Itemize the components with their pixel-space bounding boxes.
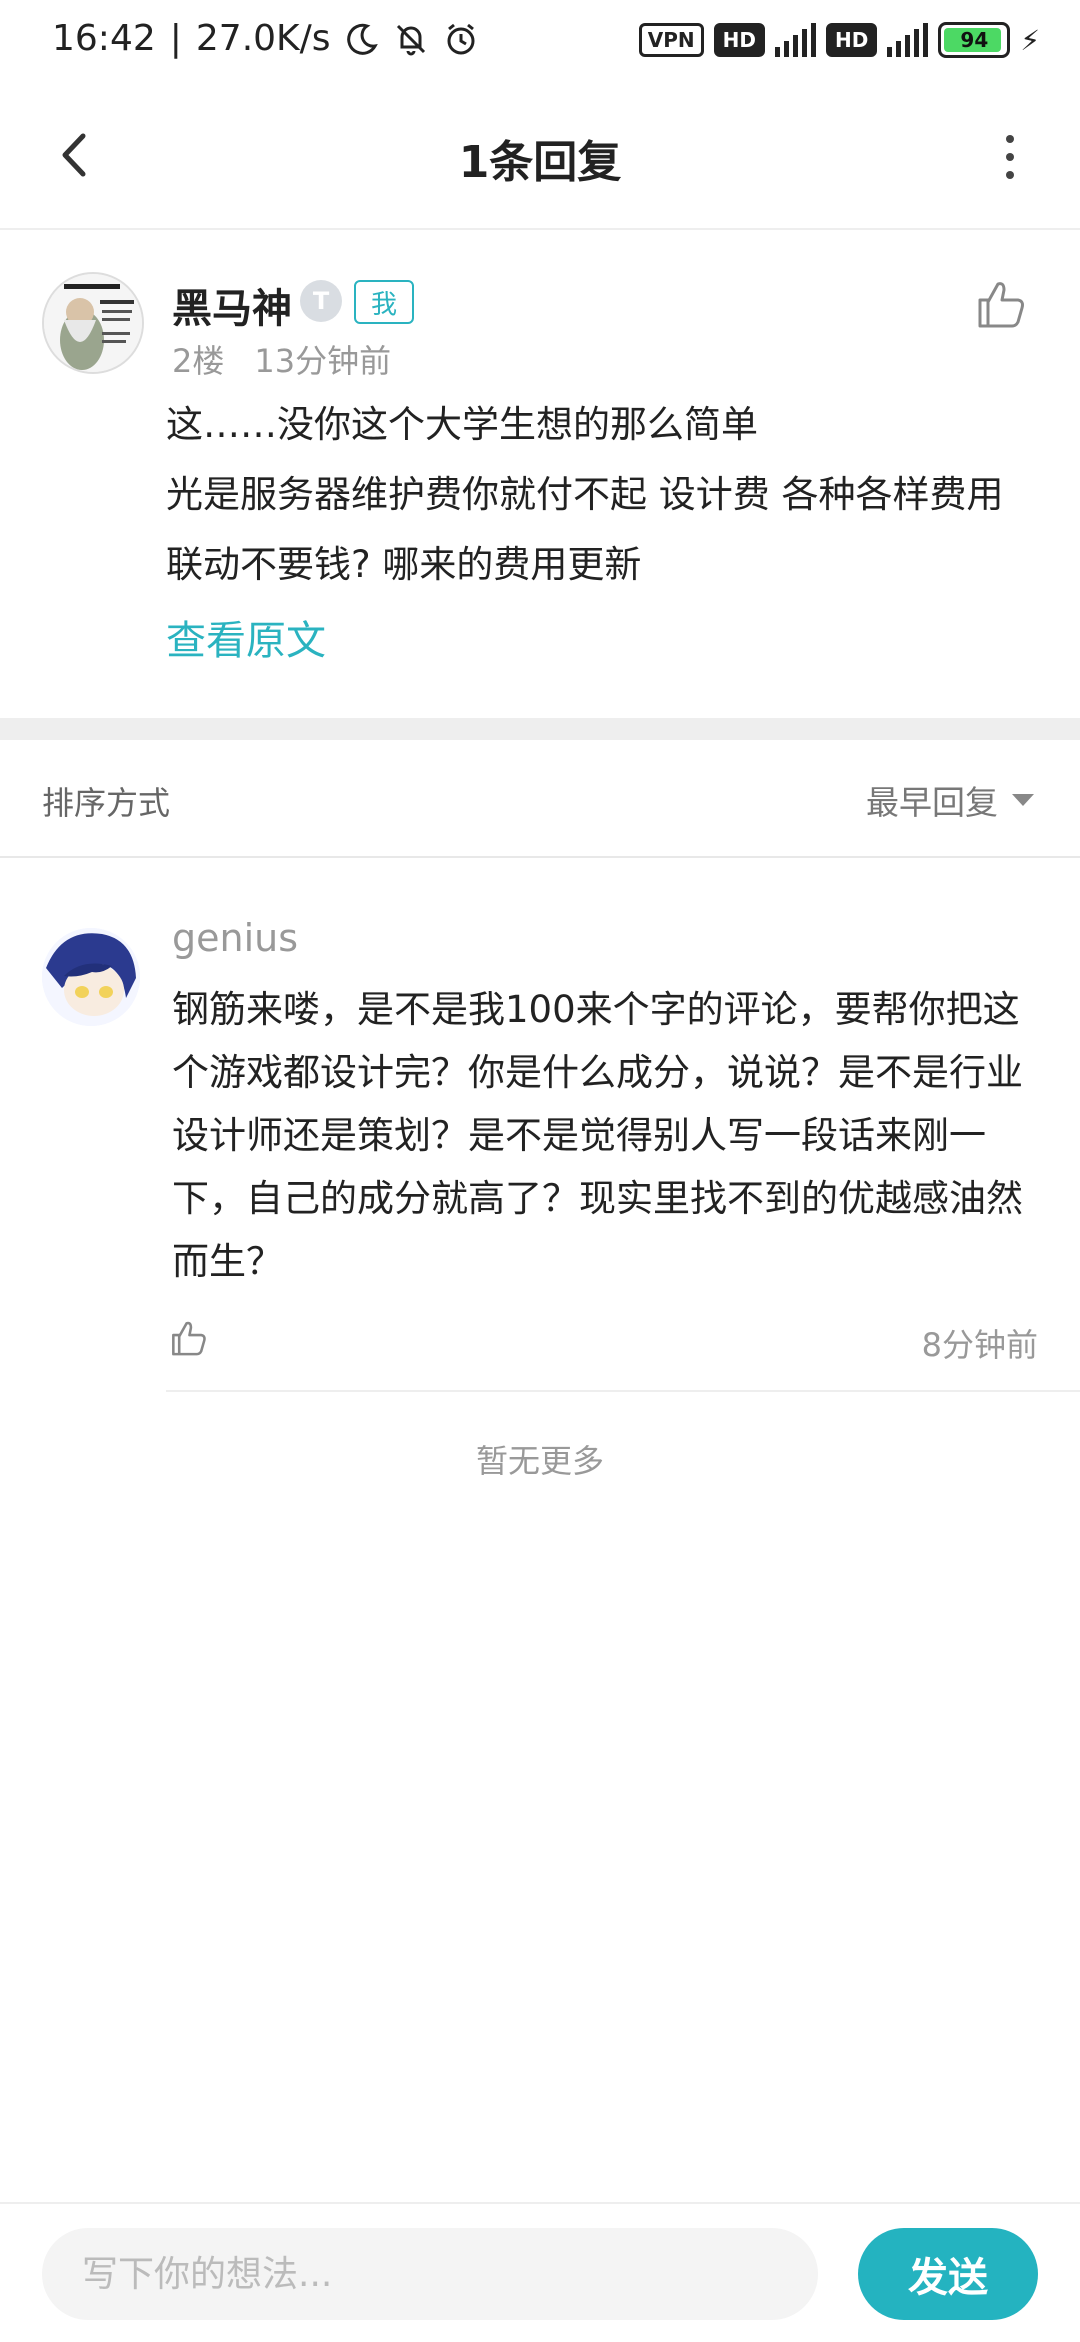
post-body-line: 光是服务器维护费你就付不起 设计费 各种各样费用 联动不要钱? 哪来的费用更新 xyxy=(166,473,1004,586)
post-body: 这……没你这个大学生想的那么简单 光是服务器维护费你就付不起 设计费 各种各样费… xyxy=(166,390,1026,600)
thumbs-up-icon xyxy=(172,1321,206,1356)
network-speed: 27.0K/s xyxy=(195,18,331,59)
more-dot-icon xyxy=(1006,153,1014,161)
battery-level: 94 xyxy=(960,28,989,52)
avatar-image xyxy=(42,928,140,1026)
alarm-icon xyxy=(447,23,475,54)
reply-author-name[interactable]: genius xyxy=(172,916,298,960)
view-original-link[interactable]: 查看原文 xyxy=(166,608,326,666)
send-button[interactable]: 发送 xyxy=(858,2228,1038,2320)
no-more-label: 暂无更多 xyxy=(475,1442,604,1480)
caret-down-icon xyxy=(1012,794,1034,806)
comment-input[interactable] xyxy=(42,2228,818,2320)
more-dot-icon xyxy=(1006,135,1014,143)
author-avatar[interactable] xyxy=(42,272,144,374)
section-divider xyxy=(0,718,1080,740)
hd-badge: HD xyxy=(713,23,765,57)
main-comment: 黑马神 T 我 2楼 13分钟前 这……没你这个大学生想的那么简单 光是服务器维… xyxy=(0,230,1080,718)
battery-icon: 94 xyxy=(938,22,1011,58)
post-time: 13分钟前 xyxy=(254,342,392,380)
reply-body: 钢筋来喽，是不是我100来个字的评论，要帮你把这个游戏都设计完？你是什么成分，说… xyxy=(172,988,1023,1283)
sort-dropdown[interactable]: 最早回复 xyxy=(866,776,1034,824)
header: 1条回复 xyxy=(0,90,1080,230)
more-dot-icon xyxy=(1006,171,1014,179)
page-title: 1条回复 xyxy=(458,137,622,188)
post-body-line: 这……没你这个大学生想的那么简单 xyxy=(166,403,758,446)
status-left: 16:42 | 27.0K/s xyxy=(52,18,479,59)
reply-item: genius 钢筋来喽，是不是我100来个字的评论，要帮你把这个游戏都设计完？你… xyxy=(0,858,1080,1394)
post-meta: 2楼 13分钟前 xyxy=(172,336,391,382)
status-right: VPN HD HD 94 ⚡ xyxy=(638,22,1040,58)
sort-label: 排序方式 xyxy=(42,784,171,822)
author-name[interactable]: 黑马神 xyxy=(172,276,292,334)
bottom-input-bar: 发送 xyxy=(0,2202,1080,2342)
clock: 16:42 xyxy=(52,18,156,59)
sort-bar: 排序方式 最早回复 xyxy=(0,740,1080,858)
floor-number: 2楼 xyxy=(172,342,225,380)
signal-icon-2 xyxy=(887,23,929,57)
sort-selected: 最早回复 xyxy=(866,783,998,822)
reply-like-button[interactable] xyxy=(166,1316,210,1360)
more-menu-button[interactable] xyxy=(980,122,1040,192)
hd-badge-2: HD xyxy=(825,23,878,57)
level-badge-icon: T xyxy=(300,280,342,322)
avatar-image xyxy=(44,274,142,372)
thumbs-up-icon xyxy=(978,282,1024,328)
charging-icon: ⚡ xyxy=(1020,23,1040,57)
separator: | xyxy=(169,18,182,59)
signal-icon xyxy=(774,23,816,57)
reply-avatar[interactable] xyxy=(42,928,140,1026)
me-badge: 我 xyxy=(354,280,414,324)
reply-divider xyxy=(166,1390,1080,1392)
like-button[interactable] xyxy=(970,274,1030,334)
moon-icon xyxy=(346,23,378,55)
reply-time: 8分钟前 xyxy=(921,1326,1038,1364)
bell-muted-icon xyxy=(396,24,425,55)
status-bar: 16:42 | 27.0K/s VPN HD HD 94 ⚡ xyxy=(0,0,1080,90)
vpn-badge: VPN xyxy=(638,23,704,57)
